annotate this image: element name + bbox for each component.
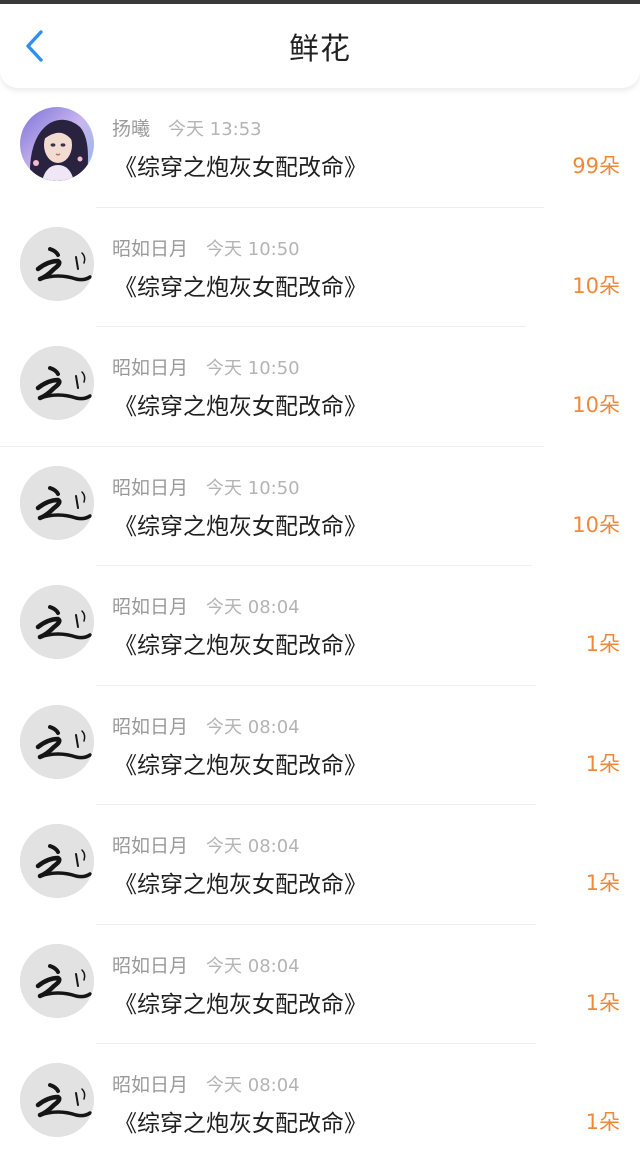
sender-name: 昭如日月: [112, 237, 189, 260]
flower-record-row[interactable]: 昭如日月 今天 08:04 《综穿之炮灰女配改命》 1朵: [0, 686, 640, 805]
app-header: 鲜花: [0, 4, 640, 88]
book-title: 《综穿之炮灰女配改命》: [114, 274, 367, 301]
flower-record-row[interactable]: 扬曦 今天 13:53 《综穿之炮灰女配改命》 99朵: [0, 88, 640, 208]
book-title: 《综穿之炮灰女配改命》: [114, 155, 367, 181]
flower-count: 1朵: [585, 871, 620, 895]
avatar[interactable]: [20, 585, 94, 659]
flower-count: 10朵: [572, 393, 620, 417]
send-time: 今天 08:04: [206, 597, 300, 618]
avatar[interactable]: [20, 943, 94, 1018]
book-title: 《综穿之炮灰女配改命》: [114, 394, 367, 420]
calligraphy-avatar: [20, 824, 94, 898]
avatar[interactable]: [20, 824, 94, 898]
avatar[interactable]: [20, 226, 94, 301]
sender-meta: 昭如日月 今天 10:50: [112, 473, 300, 500]
flower-record-list: 扬曦 今天 13:53 《综穿之炮灰女配改命》 99朵 昭如日月 今天 10:50 …: [0, 88, 640, 1164]
send-time: 今天 08:04: [206, 955, 300, 977]
send-time: 今天 13:53: [168, 119, 262, 140]
sender-meta: 昭如日月 今天 08:04: [112, 592, 300, 619]
flower-count: 1朵: [585, 990, 620, 1015]
send-time: 今天 08:04: [206, 836, 300, 857]
avatar[interactable]: [20, 704, 94, 779]
flower-count: 10朵: [572, 512, 620, 537]
sender-meta: 昭如日月 今天 08:04: [112, 1070, 300, 1097]
sender-name: 扬曦: [112, 118, 151, 140]
calligraphy-avatar: [20, 226, 94, 301]
sender-meta: 昭如日月 今天 10:50: [112, 353, 300, 380]
sender-name: 昭如日月: [112, 357, 189, 379]
sender-name: 昭如日月: [112, 835, 189, 857]
book-title: 《综穿之炮灰女配改命》: [114, 872, 367, 898]
avatar[interactable]: [20, 346, 94, 420]
flower-record-row[interactable]: 昭如日月 今天 08:04 《综穿之炮灰女配改命》 1朵: [0, 805, 640, 925]
send-time: 今天 10:50: [206, 358, 300, 379]
calligraphy-avatar: [20, 704, 94, 779]
flower-record-row[interactable]: 昭如日月 今天 10:50 《综穿之炮灰女配改命》 10朵: [0, 327, 640, 447]
sender-meta: 扬曦 今天 13:53: [112, 114, 262, 141]
book-title: 《综穿之炮灰女配改命》: [114, 513, 367, 540]
avatar[interactable]: [20, 465, 94, 540]
calligraphy-avatar: [20, 346, 94, 420]
sender-name: 昭如日月: [112, 476, 189, 499]
send-time: 今天 10:50: [206, 238, 300, 260]
avatar[interactable]: [20, 1063, 94, 1137]
sender-meta: 昭如日月 今天 08:04: [112, 831, 300, 858]
book-title: 《综穿之炮灰女配改命》: [114, 752, 367, 779]
flower-count: 1朵: [585, 632, 620, 656]
sender-name: 昭如日月: [112, 1074, 189, 1096]
calligraphy-avatar: [20, 943, 94, 1018]
book-title: 《综穿之炮灰女配改命》: [114, 991, 367, 1018]
flower-record-row[interactable]: 昭如日月 今天 08:04 《综穿之炮灰女配改命》 1朵: [0, 566, 640, 686]
sender-meta: 昭如日月 今天 10:50: [112, 234, 300, 261]
book-title: 《综穿之炮灰女配改命》: [114, 633, 367, 659]
flower-count: 1朵: [585, 1110, 620, 1134]
sender-name: 昭如日月: [112, 715, 189, 738]
avatar[interactable]: [20, 107, 94, 181]
send-time: 今天 10:50: [206, 477, 300, 499]
sender-meta: 昭如日月 今天 08:04: [112, 712, 300, 739]
book-title: 《综穿之炮灰女配改命》: [114, 1111, 367, 1137]
flower-record-row[interactable]: 昭如日月 今天 08:04 《综穿之炮灰女配改命》 1朵: [0, 1044, 640, 1164]
sender-name: 昭如日月: [112, 596, 189, 618]
flower-count: 99朵: [572, 154, 620, 178]
calligraphy-avatar: [20, 1063, 94, 1137]
sender-meta: 昭如日月 今天 08:04: [112, 951, 300, 978]
girl-portrait-avatar: [20, 107, 94, 181]
send-time: 今天 08:04: [206, 716, 300, 738]
calligraphy-avatar: [20, 465, 94, 540]
flower-count: 1朵: [585, 751, 620, 776]
flower-record-row[interactable]: 昭如日月 今天 08:04 《综穿之炮灰女配改命》 1朵: [0, 925, 640, 1044]
flower-record-row[interactable]: 昭如日月 今天 10:50 《综穿之炮灰女配改命》 10朵: [0, 208, 640, 327]
flower-record-row[interactable]: 昭如日月 今天 10:50 《综穿之炮灰女配改命》 10朵: [0, 447, 640, 566]
flower-count: 10朵: [572, 273, 620, 298]
calligraphy-avatar: [20, 585, 94, 659]
send-time: 今天 08:04: [206, 1075, 300, 1096]
page-title: 鲜花: [289, 32, 351, 67]
sender-name: 昭如日月: [112, 954, 189, 977]
